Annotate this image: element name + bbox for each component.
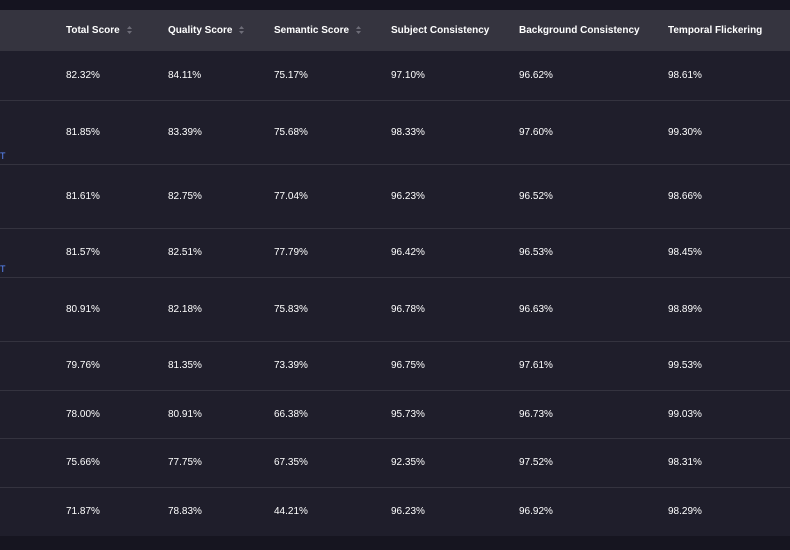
- cell-temporal-flickering: 99.30%: [668, 126, 702, 138]
- cell-background-consistency: 97.52%: [519, 457, 553, 468]
- cell-quality-score: 80.91%: [168, 408, 202, 420]
- model-name-cell: [0, 487, 66, 536]
- cell-quality-score: 84.11%: [168, 69, 202, 81]
- cell-subject-consistency: 96.42%: [391, 247, 425, 258]
- cell-total-score: 75.66%: [66, 457, 100, 468]
- cell-semantic-score: 75.68%: [274, 126, 308, 138]
- cell-semantic-score: 77.79%: [274, 247, 308, 258]
- cell-total-score: 82.32%: [66, 69, 100, 81]
- table-row: 81.85% 83.39% 75.68% 98.33% 97.60% 99.30%: [0, 100, 790, 164]
- table-row: T 81.61% 82.75% 77.04% 96.23% 96.52% 98.66%: [0, 151, 790, 228]
- cell-quality-score: 77.75%: [168, 457, 202, 468]
- bottom-edge: [0, 536, 790, 550]
- table-row: 82.32% 84.11% 75.17% 97.10% 96.62% 98.61%: [0, 51, 790, 100]
- cell-background-consistency: 96.53%: [519, 247, 553, 258]
- cell-subject-consistency: 96.78%: [391, 303, 425, 315]
- cell-background-consistency: 97.60%: [519, 126, 553, 138]
- model-name-cell: [0, 228, 66, 277]
- table-row: 79.76% 81.35% 73.39% 96.75% 97.61% 99.53%: [0, 341, 790, 390]
- cell-temporal-flickering: 99.53%: [668, 360, 702, 371]
- leaderboard-table: Total Score Quality Score Semantic Score Su…: [0, 10, 790, 537]
- cell-total-score: 79.76%: [66, 360, 100, 371]
- cell-total-score: 71.87%: [66, 506, 100, 517]
- model-name-cell: [0, 341, 66, 390]
- model-name-cell: T: [0, 264, 66, 341]
- table-header-row: Total Score Quality Score Semantic Score Su…: [0, 10, 790, 51]
- cell-quality-score: 78.83%: [168, 506, 202, 517]
- model-name-cell: [0, 438, 66, 487]
- cell-temporal-flickering: 98.61%: [668, 69, 702, 81]
- cell-temporal-flickering: 99.03%: [668, 408, 702, 420]
- top-edge: [0, 0, 790, 10]
- cell-background-consistency: 96.63%: [519, 303, 553, 315]
- model-name-cell: T: [0, 151, 66, 228]
- cell-total-score: 81.85%: [66, 126, 100, 138]
- table-row: 71.87% 78.83% 44.21% 96.23% 96.92% 98.29%: [0, 487, 790, 536]
- cell-background-consistency: 97.61%: [519, 360, 553, 371]
- column-header-label: Background Consistency: [519, 25, 640, 36]
- column-header-subject-consistency: Subject Consistency: [391, 10, 519, 51]
- model-name-cell: [0, 100, 66, 164]
- table-row: T 80.91% 82.18% 75.83% 96.78% 96.63% 98.89%: [0, 264, 790, 341]
- cell-total-score: 81.61%: [66, 190, 100, 202]
- cell-semantic-score: 67.35%: [274, 457, 308, 468]
- table-row: 81.57% 82.51% 77.79% 96.42% 96.53% 98.45%: [0, 228, 790, 277]
- cell-quality-score: 82.18%: [168, 303, 202, 315]
- table-body: 82.32% 84.11% 75.17% 97.10% 96.62% 98.61% 81.8…: [0, 51, 790, 536]
- cell-background-consistency: 96.73%: [519, 408, 553, 420]
- cell-subject-consistency: 96.75%: [391, 360, 425, 371]
- cell-semantic-score: 77.04%: [274, 190, 308, 202]
- cell-temporal-flickering: 98.45%: [668, 247, 702, 258]
- column-header-semantic-score[interactable]: Semantic Score: [274, 10, 391, 51]
- column-header-label: Subject Consistency: [391, 25, 490, 36]
- cell-subject-consistency: 96.23%: [391, 190, 425, 202]
- cell-semantic-score: 73.39%: [274, 360, 308, 371]
- column-header-total-score[interactable]: Total Score: [66, 10, 168, 51]
- cell-temporal-flickering: 98.66%: [668, 190, 702, 202]
- column-header-label: Semantic Score: [274, 25, 350, 36]
- cell-background-consistency: 96.62%: [519, 69, 553, 81]
- cell-temporal-flickering: 98.29%: [668, 506, 702, 517]
- model-link[interactable]: T: [0, 151, 6, 161]
- cell-background-consistency: 96.52%: [519, 190, 553, 202]
- model-name-cell: [0, 51, 66, 100]
- model-name-cell: [0, 390, 66, 438]
- column-header-model: [0, 10, 66, 51]
- cell-background-consistency: 96.92%: [519, 506, 553, 517]
- cell-total-score: 80.91%: [66, 303, 100, 315]
- table-row: 78.00% 80.91% 66.38% 95.73% 96.73% 99.03%: [0, 390, 790, 438]
- cell-total-score: 78.00%: [66, 408, 100, 420]
- cell-subject-consistency: 95.73%: [391, 408, 425, 420]
- cell-quality-score: 83.39%: [168, 126, 202, 138]
- table-row: 75.66% 77.75% 67.35% 92.35% 97.52% 98.31%: [0, 438, 790, 487]
- cell-quality-score: 81.35%: [168, 360, 202, 371]
- sort-icon[interactable]: [355, 25, 362, 35]
- column-header-quality-score[interactable]: Quality Score: [168, 10, 274, 51]
- sort-icon[interactable]: [126, 25, 133, 35]
- cell-quality-score: 82.51%: [168, 247, 202, 258]
- cell-subject-consistency: 98.33%: [391, 126, 425, 138]
- leaderboard-table-container: Total Score Quality Score Semantic Score Su…: [0, 10, 790, 537]
- cell-quality-score: 82.75%: [168, 190, 202, 202]
- cell-temporal-flickering: 98.31%: [668, 457, 702, 468]
- cell-semantic-score: 44.21%: [274, 506, 308, 517]
- cell-subject-consistency: 92.35%: [391, 457, 425, 468]
- cell-subject-consistency: 97.10%: [391, 69, 425, 81]
- column-header-background-consistency: Background Consistency: [519, 10, 668, 51]
- cell-semantic-score: 75.17%: [274, 69, 308, 81]
- cell-total-score: 81.57%: [66, 247, 100, 258]
- cell-semantic-score: 75.83%: [274, 303, 308, 315]
- column-header-label: Temporal Flickering: [668, 25, 763, 36]
- cell-semantic-score: 66.38%: [274, 408, 308, 420]
- column-header-temporal-flickering: Temporal Flickering: [668, 10, 790, 51]
- cell-temporal-flickering: 98.89%: [668, 303, 702, 315]
- column-header-label: Total Score: [66, 25, 120, 36]
- cell-subject-consistency: 96.23%: [391, 506, 425, 517]
- model-link[interactable]: T: [0, 264, 6, 274]
- sort-icon[interactable]: [238, 25, 245, 35]
- column-header-label: Quality Score: [168, 25, 233, 36]
